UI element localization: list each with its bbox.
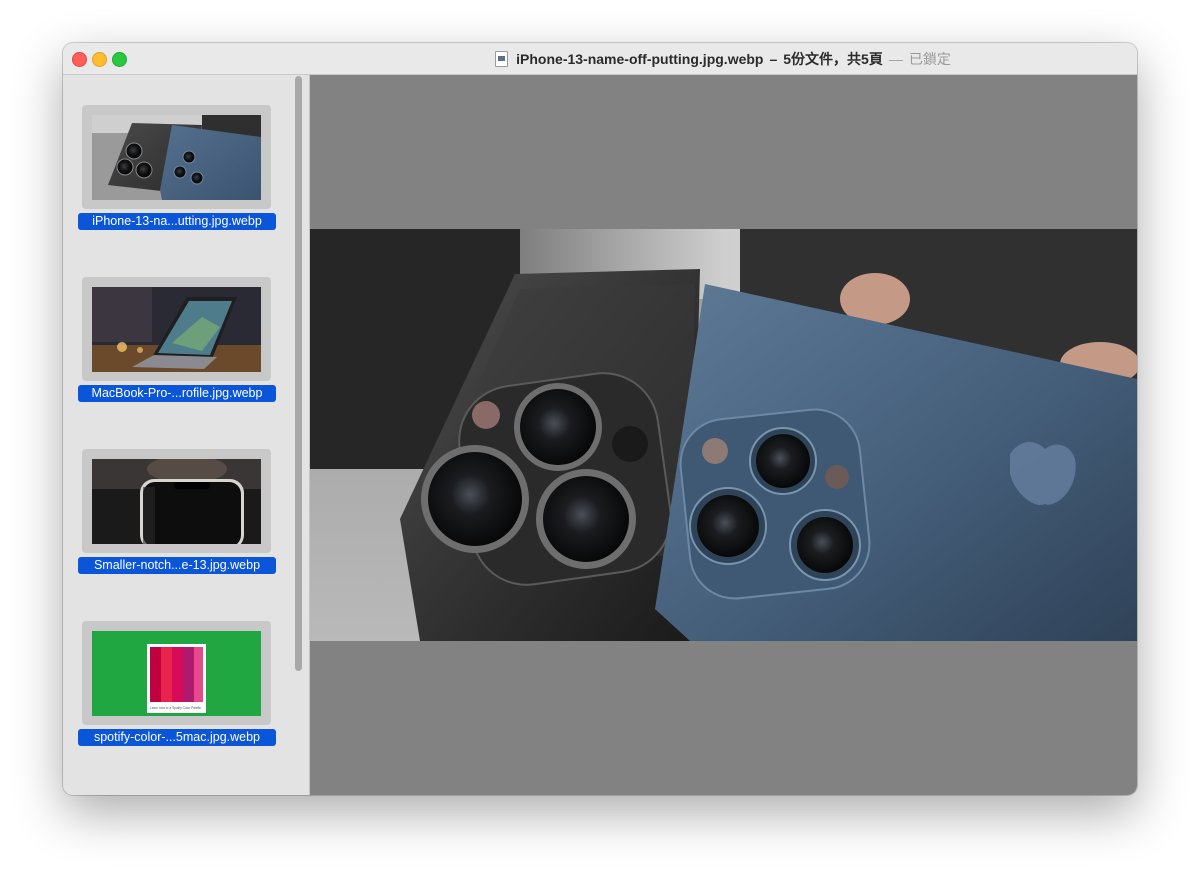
preview-window: iPhone-13-name-off-putting.jpg.webp – 5份… [63, 43, 1137, 795]
thumbnail-image-macbook [92, 287, 261, 372]
preview-area[interactable] [310, 75, 1137, 795]
sidebar-item-spotify-color[interactable]: Learn how to a Spotify Color Palette spo… [63, 621, 293, 781]
maximize-button[interactable] [112, 52, 127, 67]
thumbnail-frame [82, 277, 271, 381]
locked-status[interactable]: 已鎖定 [909, 49, 951, 69]
main-preview-image [310, 229, 1137, 641]
title-bar: iPhone-13-name-off-putting.jpg.webp – 5份… [63, 43, 1137, 75]
window-title: iPhone-13-name-off-putting.jpg.webp – 5份… [309, 43, 1137, 74]
thumbnail-image-notch [92, 459, 261, 544]
close-button[interactable] [72, 52, 87, 67]
title-document-count: 5份文件，共5頁 [783, 50, 883, 67]
thumbnail-filename-label: MacBook-Pro-...rofile.jpg.webp [78, 385, 276, 402]
document-proxy-icon[interactable] [495, 50, 509, 67]
sidebar-item-smaller-notch[interactable]: Smaller-notch...e-13.jpg.webp [63, 449, 293, 609]
thumbnail-sidebar[interactable]: iPhone-13-na...utting.jpg.webp MacBook-P… [63, 75, 310, 795]
thumbnail-frame [82, 449, 271, 553]
spotify-caption: Learn how to a Spotify Color Palette [150, 706, 201, 710]
title-dash: – [769, 50, 778, 67]
sidebar-scrollbar[interactable] [295, 76, 302, 671]
thumbnail-image-spotify: Learn how to a Spotify Color Palette [92, 631, 261, 716]
title-separator: — [888, 50, 903, 67]
thumbnail-filename-label: spotify-color-...5mac.jpg.webp [78, 729, 276, 746]
thumbnail-image-iphones [92, 115, 261, 200]
minimize-button[interactable] [92, 52, 107, 67]
title-filename: iPhone-13-name-off-putting.jpg.webp [516, 50, 764, 67]
sidebar-item-macbook-pro[interactable]: MacBook-Pro-...rofile.jpg.webp [63, 277, 293, 437]
thumbnail-frame [82, 105, 271, 209]
thumbnail-frame: Learn how to a Spotify Color Palette [82, 621, 271, 725]
thumbnail-filename-label: iPhone-13-na...utting.jpg.webp [78, 213, 276, 230]
thumbnail-filename-label: Smaller-notch...e-13.jpg.webp [78, 557, 276, 574]
sidebar-item-iphone-13[interactable]: iPhone-13-na...utting.jpg.webp [63, 105, 293, 265]
